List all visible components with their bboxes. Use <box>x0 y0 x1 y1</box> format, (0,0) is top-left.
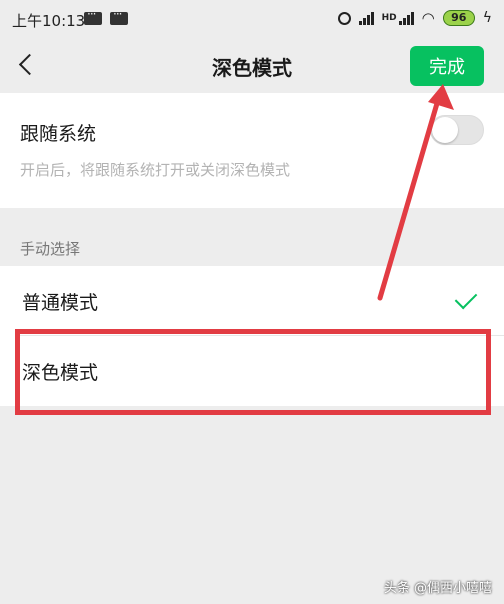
annotation-arrow-icon <box>377 84 454 301</box>
watermark: 头条 @偶西小嘻嘻 <box>383 581 492 596</box>
